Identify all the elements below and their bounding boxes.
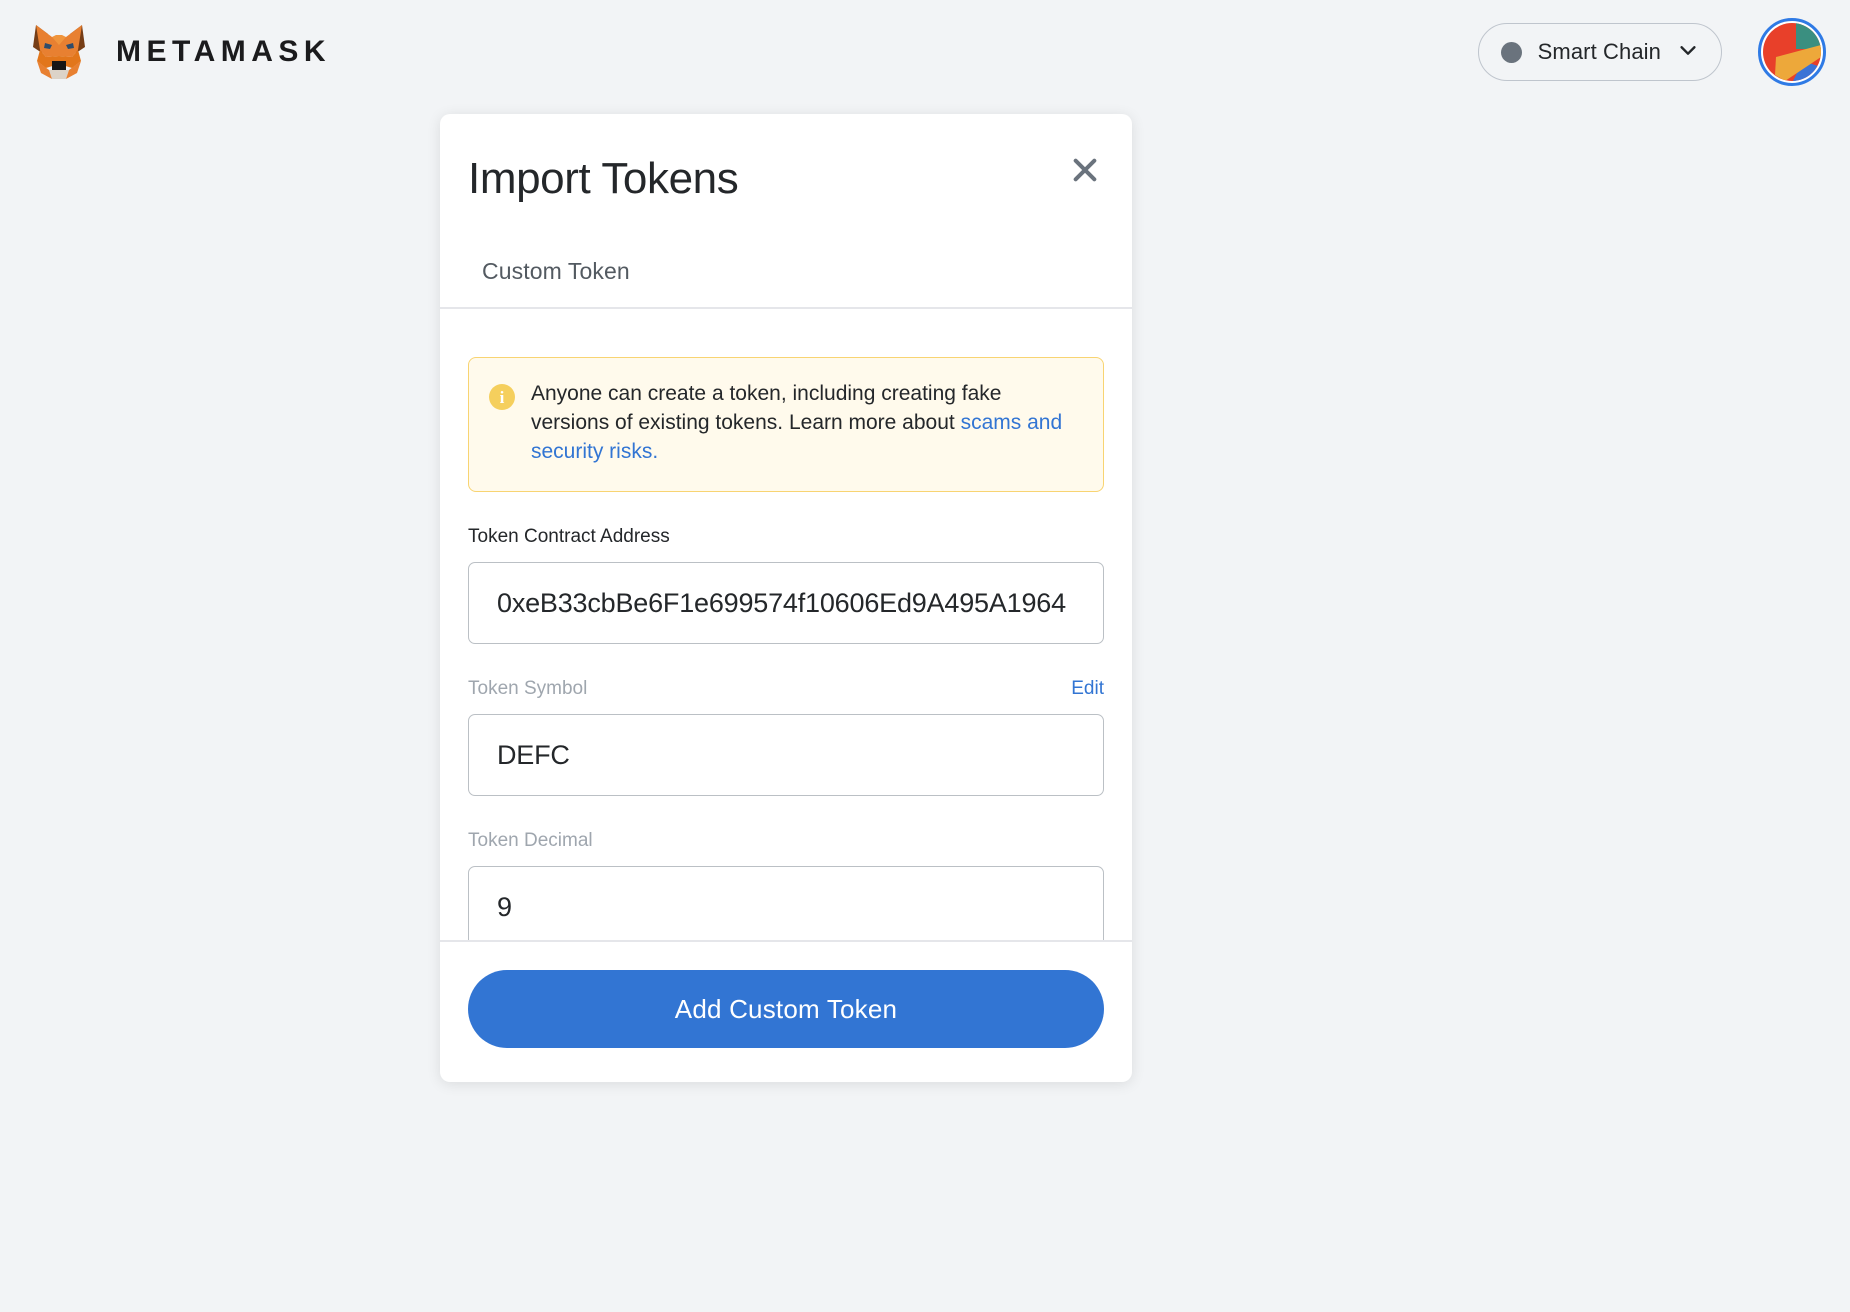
token-symbol-value: DEFC xyxy=(497,739,570,770)
token-decimal-label: Token Decimal xyxy=(468,830,593,852)
token-decimal-value: 9 xyxy=(497,891,512,922)
field-token-decimal: Token Decimal 9 xyxy=(468,830,1104,940)
modal-header: Import Tokens xyxy=(440,114,1132,202)
field-header: Token Contract Address xyxy=(468,526,1104,548)
token-contract-address-label: Token Contract Address xyxy=(468,526,670,548)
field-header: Token Decimal xyxy=(468,830,1104,852)
tab-custom-token[interactable]: Custom Token xyxy=(468,254,644,307)
token-contract-address-input[interactable]: 0xeB33cbBe6F1e699574f10606Ed9A495A1964 xyxy=(468,562,1104,645)
token-warning-text: Anyone can create a token, including cre… xyxy=(531,380,1083,467)
token-decimal-input[interactable]: 9 xyxy=(468,866,1104,940)
app-header: METAMASK Smart Chain xyxy=(0,0,1850,104)
info-icon: i xyxy=(489,384,515,411)
field-token-symbol: Token Symbol Edit DEFC xyxy=(468,678,1104,797)
modal-footer: Add Custom Token xyxy=(440,940,1132,1082)
chevron-down-icon xyxy=(1677,39,1699,66)
token-symbol-input[interactable]: DEFC xyxy=(468,714,1104,797)
import-tokens-modal: Import Tokens Custom Token i Anyone can … xyxy=(440,114,1132,1082)
token-contract-address-value: 0xeB33cbBe6F1e699574f10606Ed9A495A1964 xyxy=(497,587,1066,618)
token-warning-banner: i Anyone can create a token, including c… xyxy=(468,357,1104,493)
network-status-dot-icon xyxy=(1500,41,1522,63)
field-header: Token Symbol Edit xyxy=(468,678,1104,700)
modal-body: i Anyone can create a token, including c… xyxy=(440,309,1132,940)
page-title: Import Tokens xyxy=(468,154,739,203)
metamask-fox-logo-icon xyxy=(28,23,90,81)
brand: METAMASK xyxy=(28,23,331,81)
edit-token-symbol-link[interactable]: Edit xyxy=(1071,678,1104,700)
token-warning-body: Anyone can create a token, including cre… xyxy=(531,382,1002,435)
account-jazzicon-avatar-icon xyxy=(1763,23,1821,81)
header-actions: Smart Chain xyxy=(1477,18,1826,86)
token-symbol-label: Token Symbol xyxy=(468,678,588,700)
close-icon xyxy=(1071,156,1099,184)
modal-tabs: Custom Token xyxy=(440,254,1132,310)
network-name: Smart Chain xyxy=(1537,39,1661,64)
field-token-contract-address: Token Contract Address 0xeB33cbBe6F1e699… xyxy=(468,526,1104,645)
close-button[interactable] xyxy=(1062,147,1108,193)
brand-name: METAMASK xyxy=(116,35,332,68)
add-custom-token-button[interactable]: Add Custom Token xyxy=(468,970,1104,1048)
network-selector[interactable]: Smart Chain xyxy=(1477,23,1722,81)
account-avatar[interactable] xyxy=(1758,18,1826,86)
